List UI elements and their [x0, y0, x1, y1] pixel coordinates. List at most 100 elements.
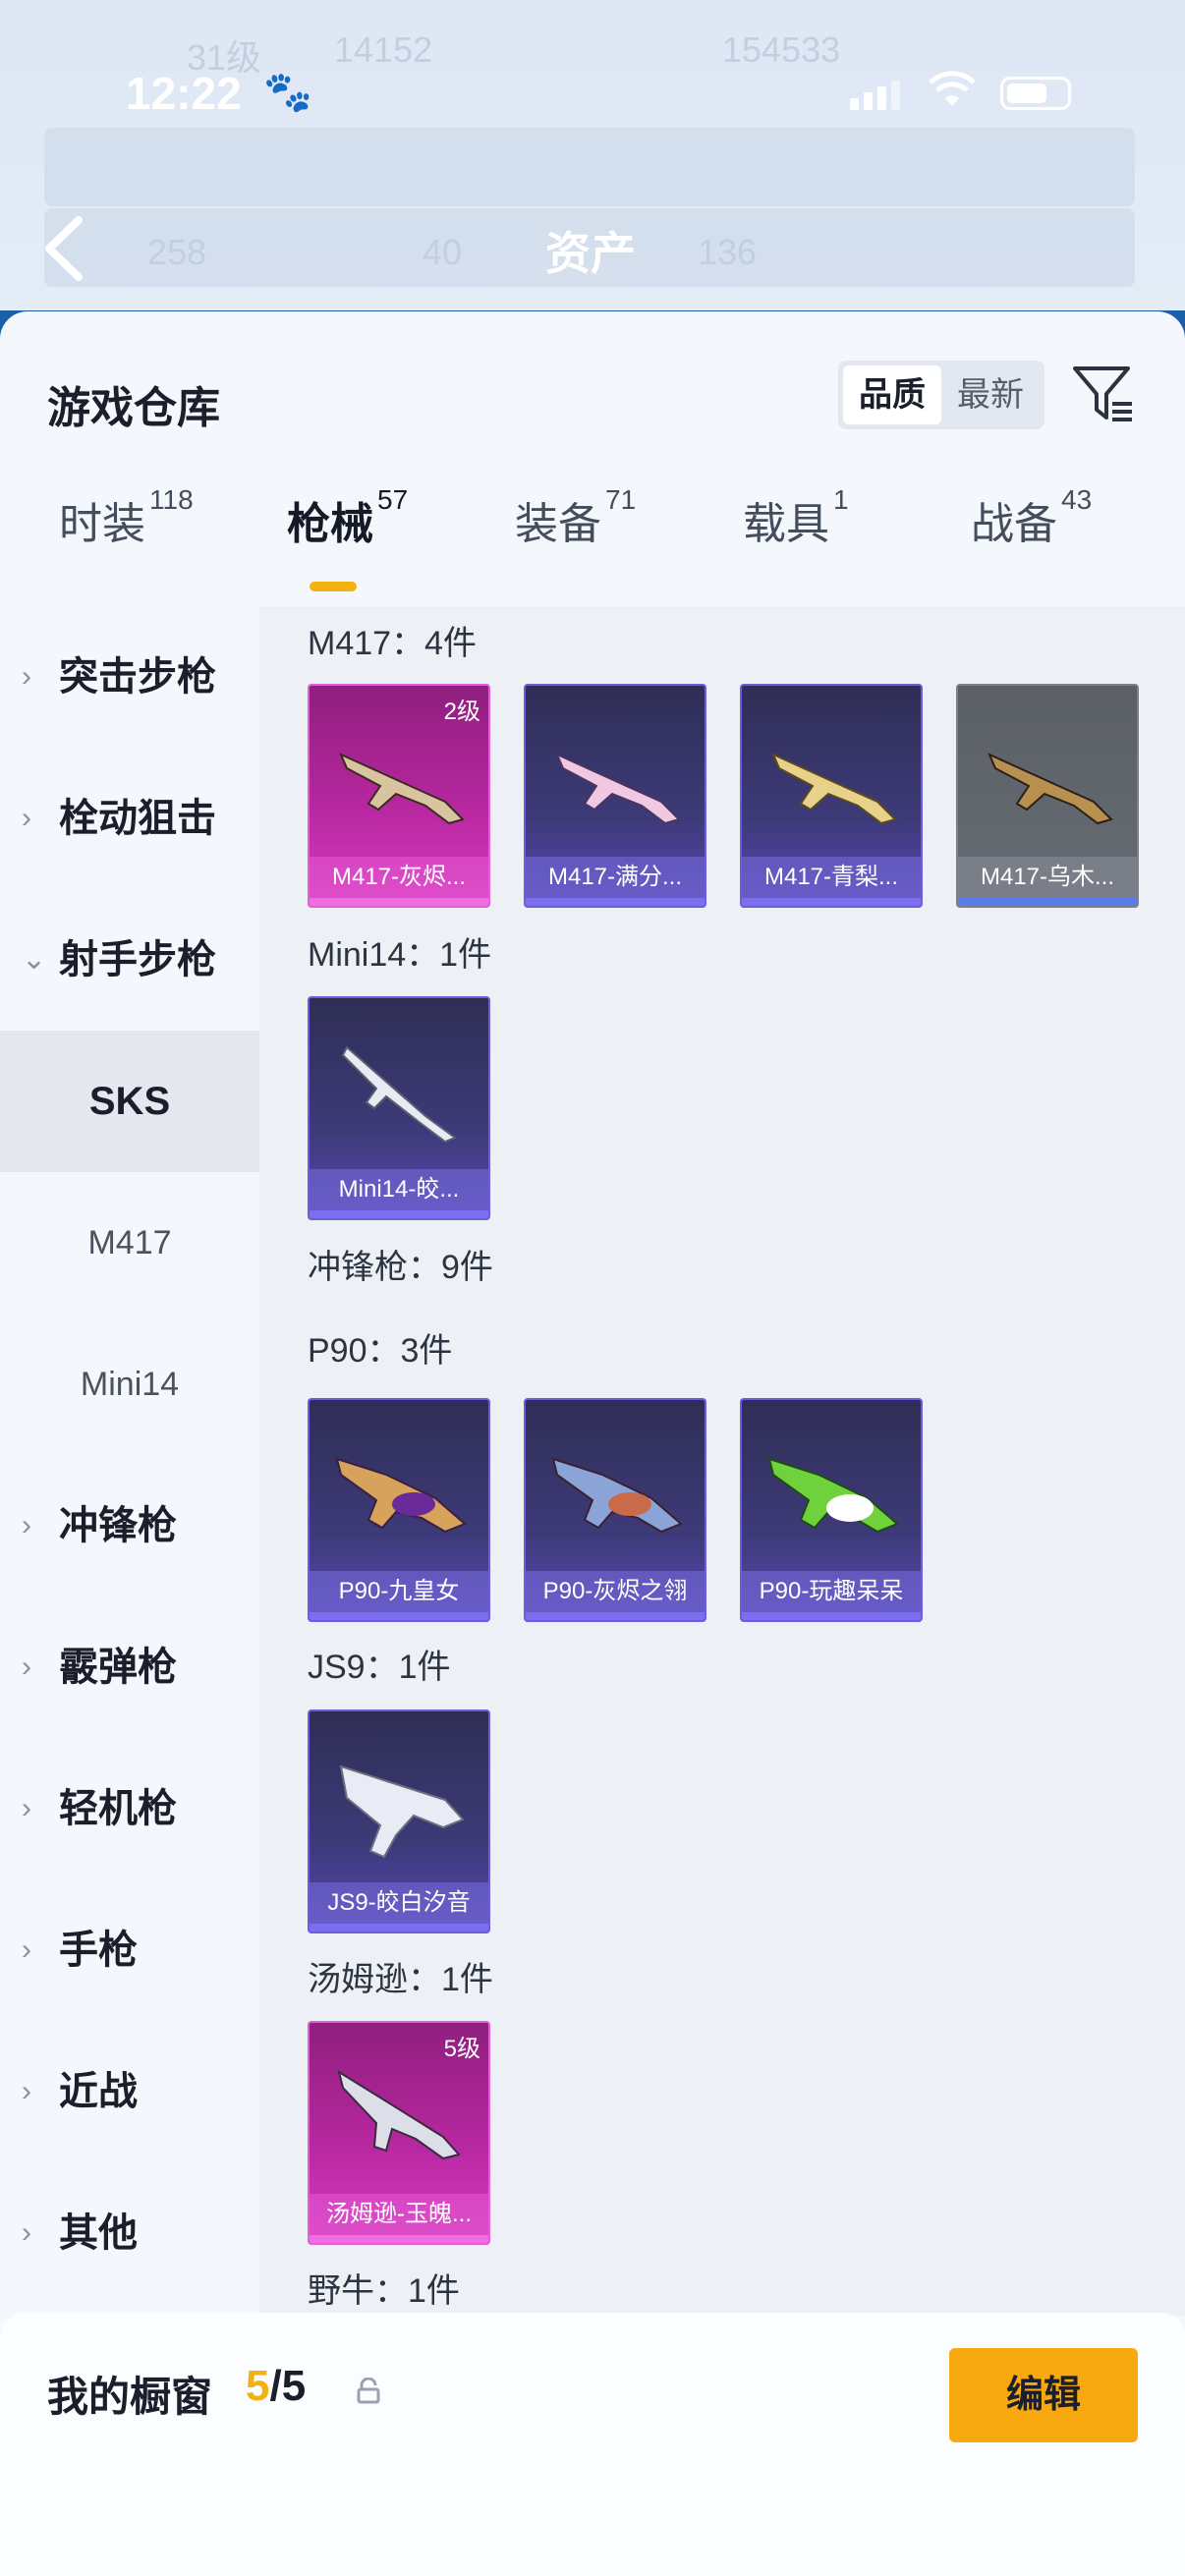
showcase-count-current: 5	[246, 2362, 270, 2410]
smg-icon	[551, 1457, 683, 1534]
tab-count: 1	[833, 484, 849, 515]
edit-button[interactable]: 编辑	[949, 2348, 1138, 2442]
panel-title: 游戏仓库	[47, 384, 220, 432]
weapon-name: M417-满分...	[526, 857, 705, 898]
rarity-bar	[310, 1924, 488, 1932]
group-title: M417：4件	[308, 625, 477, 662]
showcase-count: 5/5	[246, 2362, 306, 2411]
sidebar-item-label: 突击步枪	[59, 655, 216, 699]
weapon-name: P90-九皇女	[310, 1571, 488, 1612]
sidebar-item-label: 近战	[59, 2070, 138, 2113]
tab-firearms[interactable]: 枪械57	[287, 484, 408, 587]
weapon-name: M417-青梨...	[742, 857, 921, 898]
sidebar-item-label: 栓动狙击	[59, 797, 216, 840]
tab-fashion[interactable]: 时装118	[59, 484, 194, 587]
page-title: 资产	[545, 228, 636, 279]
sidebar-item-label: 霰弹枪	[59, 1646, 177, 1689]
sidebar-item-pistol[interactable]: › 手枪	[0, 1879, 259, 2021]
weapon-card[interactable]: 2级 M417-灰烬...	[308, 684, 490, 908]
group-title: JS9：1件	[308, 1649, 451, 1686]
paw-icon: 🐾	[263, 71, 312, 114]
rarity-bar	[526, 898, 705, 906]
smg-icon	[337, 2069, 461, 2160]
sidebar-item-label: 射手步枪	[59, 938, 216, 981]
sidebar-item-shotgun[interactable]: › 霰弹枪	[0, 1596, 259, 1738]
sidebar-item-other[interactable]: › 其他	[0, 2162, 259, 2304]
sidebar-item-bolt-sniper[interactable]: › 栓动狙击	[0, 748, 259, 889]
sidebar-item-label: 其他	[59, 2212, 138, 2255]
showcase-title: 我的橱窗	[47, 2374, 213, 2420]
rarity-bar	[310, 1210, 488, 1218]
sort-newest-button[interactable]: 最新	[941, 365, 1040, 424]
game-warehouse-sheet: 游戏仓库 品质 最新 时装118 枪械57 装备71 载具1 战备43 › 突击步…	[0, 311, 1185, 2576]
sidebar-item-smg[interactable]: › 冲锋枪	[0, 1455, 259, 1596]
status-time: 12:22	[126, 68, 242, 119]
weapon-card[interactable]: P90-灰烬之翎	[524, 1398, 706, 1622]
sidebar-item-label: Mini14	[80, 1366, 180, 1403]
sidebar-item-marksman-rifle[interactable]: ⌄ 射手步枪	[0, 889, 259, 1031]
chevron-right-icon: ›	[22, 1792, 31, 1824]
weapon-card[interactable]: P90-玩趣呆呆	[740, 1398, 923, 1622]
showcase-count-total: 5	[281, 2362, 307, 2410]
chevron-right-icon: ›	[22, 2216, 31, 2249]
chevron-right-icon: ›	[22, 1933, 31, 1966]
sort-toggle: 品质 最新	[838, 361, 1044, 429]
chevron-down-icon: ⌄	[22, 943, 47, 976]
category-tabs: 时装118 枪械57 装备71 载具1 战备43	[0, 484, 1185, 587]
rarity-bar	[742, 898, 921, 906]
group-title: 野牛：1件	[308, 2272, 460, 2310]
sidebar-subitem-mini14[interactable]: Mini14	[0, 1314, 259, 1455]
blurred-row	[44, 128, 1135, 206]
sidebar-item-lmg[interactable]: › 轻机枪	[0, 1738, 259, 1879]
sidebar-item-label: M417	[87, 1224, 172, 1261]
wifi-icon	[928, 71, 977, 120]
tab-label: 时装	[59, 500, 145, 548]
sort-quality-button[interactable]: 品质	[843, 365, 941, 424]
sidebar-item-label: 手枪	[59, 1929, 138, 1972]
sidebar-item-assault-rifle[interactable]: › 突击步枪	[0, 606, 259, 748]
showcase-count-separator: /	[269, 2362, 282, 2410]
sidebar-subitem-sks[interactable]: SKS	[0, 1031, 259, 1172]
weapon-name: Mini14-皎...	[310, 1169, 488, 1210]
smg-icon	[335, 1457, 467, 1534]
rifle-icon	[341, 1045, 458, 1144]
bg-text: 258	[147, 232, 207, 272]
rifle-icon	[988, 753, 1113, 825]
chevron-right-icon: ›	[22, 1651, 31, 1683]
filter-icon[interactable]	[1071, 363, 1136, 427]
weapon-card[interactable]: JS9-皎白汐音	[308, 1709, 490, 1933]
weapon-card[interactable]: P90-九皇女	[308, 1398, 490, 1622]
bg-text: 40	[423, 232, 463, 272]
chevron-right-icon: ›	[22, 2075, 31, 2107]
chevron-right-icon: ›	[22, 802, 31, 834]
rarity-bar	[310, 898, 488, 906]
weapon-card[interactable]: Mini14-皎...	[308, 996, 490, 1220]
signal-icon	[850, 81, 905, 110]
back-icon[interactable]	[41, 214, 88, 283]
weapon-card[interactable]: 5级 汤姆逊-玉魄...	[308, 2021, 490, 2245]
rarity-bar	[310, 1612, 488, 1620]
tab-label: 战备	[971, 500, 1057, 548]
tab-label: 载具	[743, 500, 829, 548]
chevron-right-icon: ›	[22, 660, 31, 693]
sidebar-item-label: SKS	[88, 1080, 171, 1123]
bg-text: 14152	[334, 29, 433, 70]
weapon-card[interactable]: M417-乌木...	[956, 684, 1139, 908]
tab-vehicles[interactable]: 载具1	[743, 484, 849, 587]
smg-icon	[767, 1457, 899, 1534]
weapon-card[interactable]: M417-青梨...	[740, 684, 923, 908]
rarity-bar	[310, 2235, 488, 2243]
tab-tactical[interactable]: 战备43	[971, 484, 1092, 587]
weapon-name: M417-乌木...	[958, 857, 1137, 898]
rifle-icon	[555, 753, 681, 825]
weapon-card[interactable]: M417-满分...	[524, 684, 706, 908]
tab-equipment[interactable]: 装备71	[515, 484, 636, 587]
bg-text: 136	[698, 232, 758, 272]
rarity-bar	[742, 1612, 921, 1620]
sidebar-item-melee[interactable]: › 近战	[0, 2021, 259, 2162]
sidebar-subitem-m417[interactable]: M417	[0, 1172, 259, 1314]
battery-icon	[1000, 77, 1071, 110]
group-title: Mini14：1件	[308, 936, 492, 974]
weapon-category-sidebar: › 突击步枪 › 栓动狙击 ⌄ 射手步枪 SKS M417 Mini14 › 冲锋枪 ›…	[0, 606, 259, 2316]
rarity-bar	[526, 1612, 705, 1620]
